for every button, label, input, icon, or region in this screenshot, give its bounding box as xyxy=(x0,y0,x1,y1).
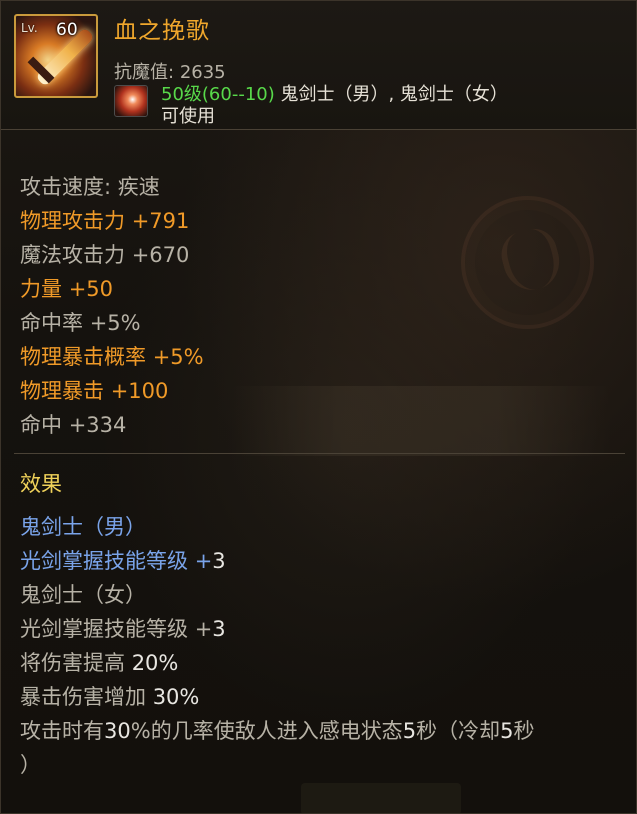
level-prefix: Lv. xyxy=(21,21,38,35)
effect-damage-increase: 将伤害提高 20% xyxy=(20,653,178,674)
skill-label: 光剑掌握技能等级 xyxy=(20,617,188,641)
effect-male-skill: 光剑掌握技能等级 +3 xyxy=(20,549,226,573)
stat-label: 命中 xyxy=(20,413,62,437)
effect-label: 暴击伤害增加 xyxy=(20,685,146,709)
stat-label: 命中率 xyxy=(20,311,83,335)
stat-physical-attack: 物理攻击力 +791 xyxy=(20,211,189,232)
background-footer xyxy=(301,783,461,813)
effect-value: 20% xyxy=(131,651,179,675)
stat-value: +5% xyxy=(152,345,204,369)
proc-duration: 5 xyxy=(402,719,417,743)
item-level: 60 xyxy=(56,20,78,40)
stat-label: 攻击速度: 疾速 xyxy=(20,175,160,199)
stat-label: 物理暴击 xyxy=(20,379,104,403)
proc-prefix: 攻击时有 xyxy=(20,719,104,743)
proc-sec: 秒（冷却 xyxy=(416,719,501,743)
background-banner xyxy=(231,386,611,456)
stat-strength: 力量 +50 xyxy=(20,279,113,300)
background-emblem-icon xyxy=(461,196,594,329)
stat-hit-rate: 命中率 +5% xyxy=(20,313,141,334)
effect-value: 30% xyxy=(152,685,200,709)
effect-shock-proc: 攻击时有30%的几率使敌人进入感电状态5秒（冷却5秒 xyxy=(20,721,534,742)
stat-label: 魔法攻击力 xyxy=(20,243,125,267)
effect-crit-damage: 暴击伤害增加 30% xyxy=(20,687,199,708)
effect-shock-proc-close: ） xyxy=(20,753,41,777)
stat-physical-crit: 物理暴击 +100 xyxy=(20,381,168,402)
stat-value: +670 xyxy=(131,243,190,267)
section-divider xyxy=(14,453,625,454)
effect-female-class: 鬼剑士（女） xyxy=(20,583,146,607)
tooltip-header: Lv. 60 血之挽歌 抗魔值: 2635 50级(60--10) 鬼剑士（男）… xyxy=(1,1,636,130)
stat-value: +5% xyxy=(89,311,141,335)
stat-crit-chance: 物理暴击概率 +5% xyxy=(20,347,204,368)
stat-value: +100 xyxy=(110,379,169,403)
stat-label: 物理暴击概率 xyxy=(20,345,146,369)
class-emblem-icon xyxy=(114,85,148,117)
stat-magic-attack: 魔法攻击力 +670 xyxy=(20,245,189,266)
skill-value: 3 xyxy=(212,549,226,573)
stat-value: +334 xyxy=(68,413,127,437)
proc-cooldown: 5 xyxy=(500,719,514,743)
proc-end: 秒 xyxy=(513,719,535,743)
skill-value: 3 xyxy=(212,617,226,641)
effect-male-class: 鬼剑士（男） xyxy=(20,515,146,539)
skill-label: 光剑掌握技能等级 xyxy=(20,549,188,573)
stat-value: +791 xyxy=(131,209,190,233)
proc-chance: 30 xyxy=(104,719,131,743)
effects-heading: 效果 xyxy=(20,472,62,496)
item-tooltip: Lv. 60 血之挽歌 抗魔值: 2635 50级(60--10) 鬼剑士（男）… xyxy=(0,0,637,814)
effect-label: 将伤害提高 xyxy=(20,651,125,675)
item-title: 血之挽歌 xyxy=(114,18,210,44)
stat-attack-speed: 攻击速度: 疾速 xyxy=(20,177,160,198)
stat-hit: 命中 +334 xyxy=(20,415,126,436)
sword-icon: Lv. 60 xyxy=(14,14,98,98)
stat-label: 物理攻击力 xyxy=(20,209,125,233)
stat-label: 力量 xyxy=(20,277,62,301)
usable-status: 可使用 xyxy=(161,106,215,127)
required-classes: 鬼剑士（男）, 鬼剑士（女） xyxy=(280,84,508,105)
effect-female-skill: 光剑掌握技能等级 +3 xyxy=(20,617,226,641)
stat-value: +50 xyxy=(68,277,114,301)
proc-mid: %的几率使敌人进入感电状态 xyxy=(130,719,403,743)
